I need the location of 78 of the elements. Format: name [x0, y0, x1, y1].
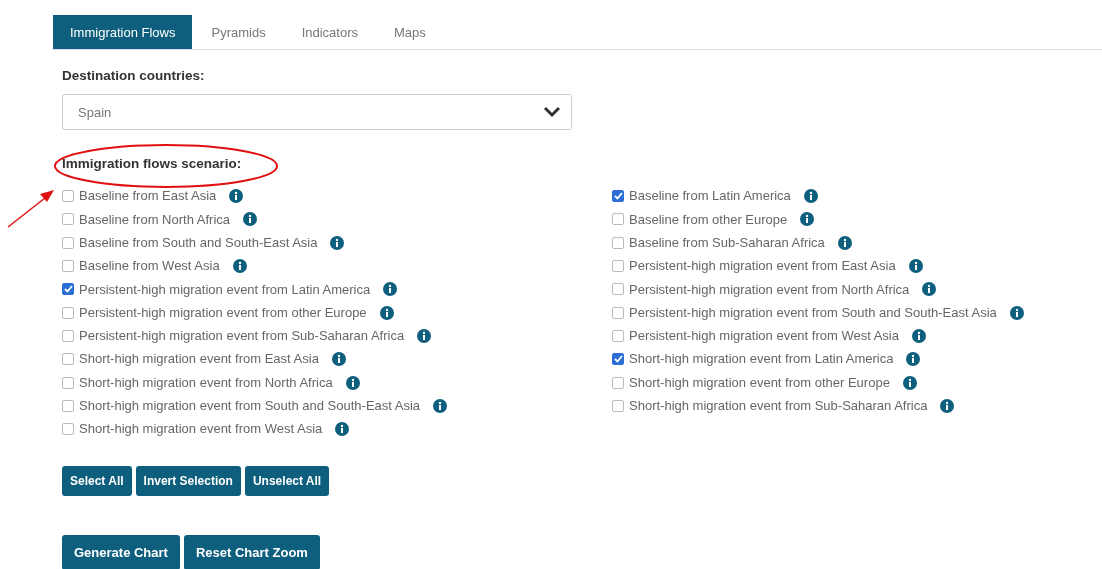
checkbox-label: Persistent-high migration event from Latin America	[79, 280, 371, 299]
info-icon[interactable]	[417, 328, 432, 343]
dropdown-value: Spain	[78, 103, 112, 122]
checkbox-label: Short-high migration event from other Europe	[629, 373, 890, 392]
checkbox-label: Baseline from West Asia	[79, 257, 220, 276]
checkbox-label: Short-high migration event from South and South-East Asia	[79, 397, 421, 416]
checkbox-label: Short-high migration event from North Africa	[79, 373, 333, 392]
checkbox[interactable]	[612, 399, 624, 412]
checkbox[interactable]	[62, 329, 74, 342]
checkbox-label: Baseline from Sub-Saharan Africa	[629, 234, 825, 252]
info-icon[interactable]	[433, 398, 448, 413]
action-button[interactable]: Generate Chart	[62, 534, 180, 569]
info-icon[interactable]	[837, 235, 852, 250]
checkbox-label: Baseline from other Europe	[629, 210, 788, 229]
info-icon[interactable]	[243, 212, 257, 227]
info-icon[interactable]	[902, 375, 917, 390]
info-icon[interactable]	[229, 189, 244, 204]
checkbox-label: Persistent-high migration event from West Asia	[629, 327, 899, 346]
checkbox-label: Short-high migration event from East Asia	[79, 350, 319, 369]
checkbox[interactable]	[62, 306, 74, 319]
info-icon[interactable]	[908, 259, 923, 274]
info-icon[interactable]	[803, 189, 818, 204]
info-icon[interactable]	[940, 398, 955, 413]
checkbox-label: Persistent-high migration event from other Europe	[79, 303, 367, 322]
field-label: Destination countries:	[62, 67, 206, 85]
tab[interactable]: Immigration Flows	[53, 15, 193, 49]
checkbox-label: Baseline from Latin America	[629, 187, 791, 206]
annotation-arrow	[7, 190, 54, 228]
checkbox[interactable]	[612, 236, 624, 249]
checkbox-label: Baseline from East Asia	[79, 187, 217, 206]
action-button[interactable]: Select All	[62, 465, 132, 496]
tab[interactable]: Pyramids	[194, 15, 283, 49]
checkbox-label: Persistent-high migration event from East Asia	[629, 257, 896, 276]
checkbox-label: Short-high migration event from Sub-Saharan Africa	[629, 397, 928, 416]
checkbox[interactable]	[612, 190, 624, 203]
checkbox-label: Persistent-high migration event from Sub-Saharan Africa	[79, 327, 405, 346]
country-dropdown[interactable]: Spain	[62, 94, 572, 131]
info-icon[interactable]	[330, 235, 345, 250]
info-icon[interactable]	[335, 422, 350, 437]
checkbox[interactable]	[62, 283, 74, 296]
checkbox[interactable]	[62, 376, 74, 389]
checkbox[interactable]	[612, 260, 624, 273]
action-button[interactable]: Reset Chart Zoom	[183, 534, 320, 569]
info-icon[interactable]	[906, 352, 921, 367]
checkbox[interactable]	[62, 260, 74, 273]
tab[interactable]: Indicators	[284, 15, 376, 49]
info-icon[interactable]	[912, 328, 926, 343]
checkbox-label: Short-high migration event from Latin America	[629, 350, 894, 369]
checkbox[interactable]	[612, 376, 624, 389]
info-icon[interactable]	[379, 305, 394, 320]
checkbox[interactable]	[62, 213, 74, 226]
info-icon[interactable]	[232, 259, 247, 274]
info-icon[interactable]	[345, 375, 360, 390]
checkbox[interactable]	[62, 399, 74, 412]
checkbox-label: Baseline from South and South-East Asia	[79, 234, 318, 252]
checkbox-label: Persistent-high migration event from North Africa	[629, 280, 910, 299]
checkbox[interactable]	[612, 213, 624, 226]
tab[interactable]: Maps	[377, 15, 443, 49]
checkbox-label: Persistent-high migration event from South and South-East Asia	[629, 303, 997, 322]
chevron-icon	[543, 106, 561, 119]
checkbox[interactable]	[62, 236, 74, 249]
action-button[interactable]: Invert Selection	[135, 465, 241, 496]
checkbox[interactable]	[612, 353, 624, 366]
checkbox[interactable]	[62, 353, 74, 366]
info-icon[interactable]	[922, 282, 937, 297]
checkbox[interactable]	[612, 306, 624, 319]
checkbox[interactable]	[62, 190, 74, 203]
info-icon[interactable]	[800, 212, 815, 227]
checkbox-label: Baseline from North Africa	[79, 210, 230, 229]
checkbox[interactable]	[612, 329, 624, 342]
action-button[interactable]: Unselect All	[244, 465, 330, 496]
info-icon[interactable]	[331, 352, 346, 367]
checkbox[interactable]	[612, 283, 624, 296]
checkbox[interactable]	[62, 423, 74, 436]
info-icon[interactable]	[383, 282, 398, 297]
section-label: Immigration flows scenario:	[62, 155, 243, 174]
info-icon[interactable]	[1009, 305, 1024, 320]
checkbox-label: Short-high migration event from West Asia	[79, 420, 323, 439]
